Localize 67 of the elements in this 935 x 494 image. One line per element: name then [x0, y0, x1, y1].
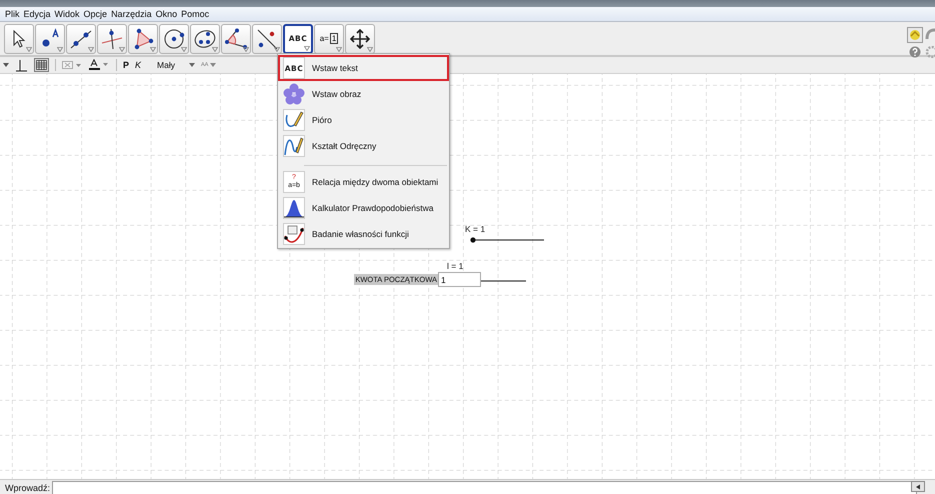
- reflection-icon: [255, 28, 279, 50]
- perpendicular-icon: [100, 28, 124, 50]
- tool-button[interactable]: [128, 24, 158, 54]
- keyboard-toggle-button[interactable]: [911, 481, 925, 492]
- menu-item[interactable]: Pomoc: [179, 9, 212, 19]
- tool-button[interactable]: [221, 24, 251, 54]
- caret-icon: [119, 46, 125, 52]
- flower-icon: [283, 83, 305, 105]
- tool-button[interactable]: [35, 24, 65, 54]
- tool-menu-item[interactable]: Badanie własności funkcji: [278, 221, 449, 247]
- menu-item[interactable]: Narzędzia: [109, 9, 154, 19]
- tool-button[interactable]: a= 1: [314, 24, 344, 54]
- circle-icon: [162, 28, 186, 50]
- italic-button[interactable]: K: [135, 60, 142, 70]
- arrow-icon: [915, 484, 921, 490]
- tool-button[interactable]: [97, 24, 127, 54]
- slider-label: K = 1: [465, 224, 486, 234]
- tool-menu-item[interactable]: Kalkulator Prawdopodobieństwa: [278, 195, 449, 221]
- caret-icon: [181, 46, 187, 52]
- pen-icon: [283, 109, 305, 131]
- tool-menu-item[interactable]: Wstaw obraz: [278, 81, 449, 107]
- ellipse-icon: [193, 28, 217, 50]
- slider-label: l = 1: [447, 261, 464, 271]
- caret-icon: [188, 63, 195, 67]
- line-icon: [69, 28, 93, 50]
- menu-item[interactable]: Widok: [52, 9, 82, 19]
- tool-button[interactable]: [190, 24, 220, 54]
- grid-toggle[interactable]: [34, 58, 49, 72]
- caret-icon: [88, 46, 94, 52]
- caret-icon: [210, 63, 216, 67]
- caret-icon: [150, 46, 156, 52]
- bell-curve-icon: [283, 197, 305, 219]
- tool-button[interactable]: [252, 24, 282, 54]
- caret-icon: [304, 46, 310, 50]
- menu-item[interactable]: Edycja: [22, 9, 53, 19]
- bold-button[interactable]: P: [123, 60, 130, 70]
- caret-icon: [243, 46, 249, 52]
- axes-icon[interactable]: [15, 58, 28, 72]
- text-color-icon[interactable]: [88, 59, 110, 71]
- input-field[interactable]: 1: [438, 272, 481, 287]
- angle-icon: [224, 28, 248, 50]
- tool-menu-item[interactable]: Kształt Odręczny: [278, 133, 449, 159]
- font-size-dropdown[interactable]: Mały: [147, 60, 195, 70]
- pointer-icon: [11, 28, 27, 48]
- menu-item[interactable]: Plik: [3, 9, 22, 19]
- input-field[interactable]: [52, 481, 917, 494]
- move-arrows-icon: [350, 28, 370, 48]
- menu-item[interactable]: Opcje: [82, 9, 110, 19]
- caret-icon: [274, 46, 280, 52]
- caret-icon: [212, 46, 218, 52]
- caret-icon: [26, 46, 32, 52]
- function-graph-icon: [283, 223, 305, 245]
- tool-menu-item[interactable]: Pióro: [278, 107, 449, 133]
- slider[interactable]: [470, 237, 544, 243]
- point-style-icon[interactable]: [62, 60, 82, 70]
- input-bar-label: Wprowadź:: [5, 483, 50, 493]
- tool-button[interactable]: [345, 24, 375, 54]
- curve-pen-icon: [283, 135, 305, 157]
- tool-button[interactable]: [159, 24, 189, 54]
- tool-button[interactable]: [66, 24, 96, 54]
- tool-button[interactable]: [4, 24, 34, 54]
- collapse-icon[interactable]: [3, 63, 9, 67]
- caret-icon: [367, 46, 373, 52]
- caret-icon: [336, 46, 342, 52]
- slider-line[interactable]: [481, 280, 526, 282]
- menu-item[interactable]: Okno: [154, 9, 180, 19]
- caret-icon: [57, 46, 63, 52]
